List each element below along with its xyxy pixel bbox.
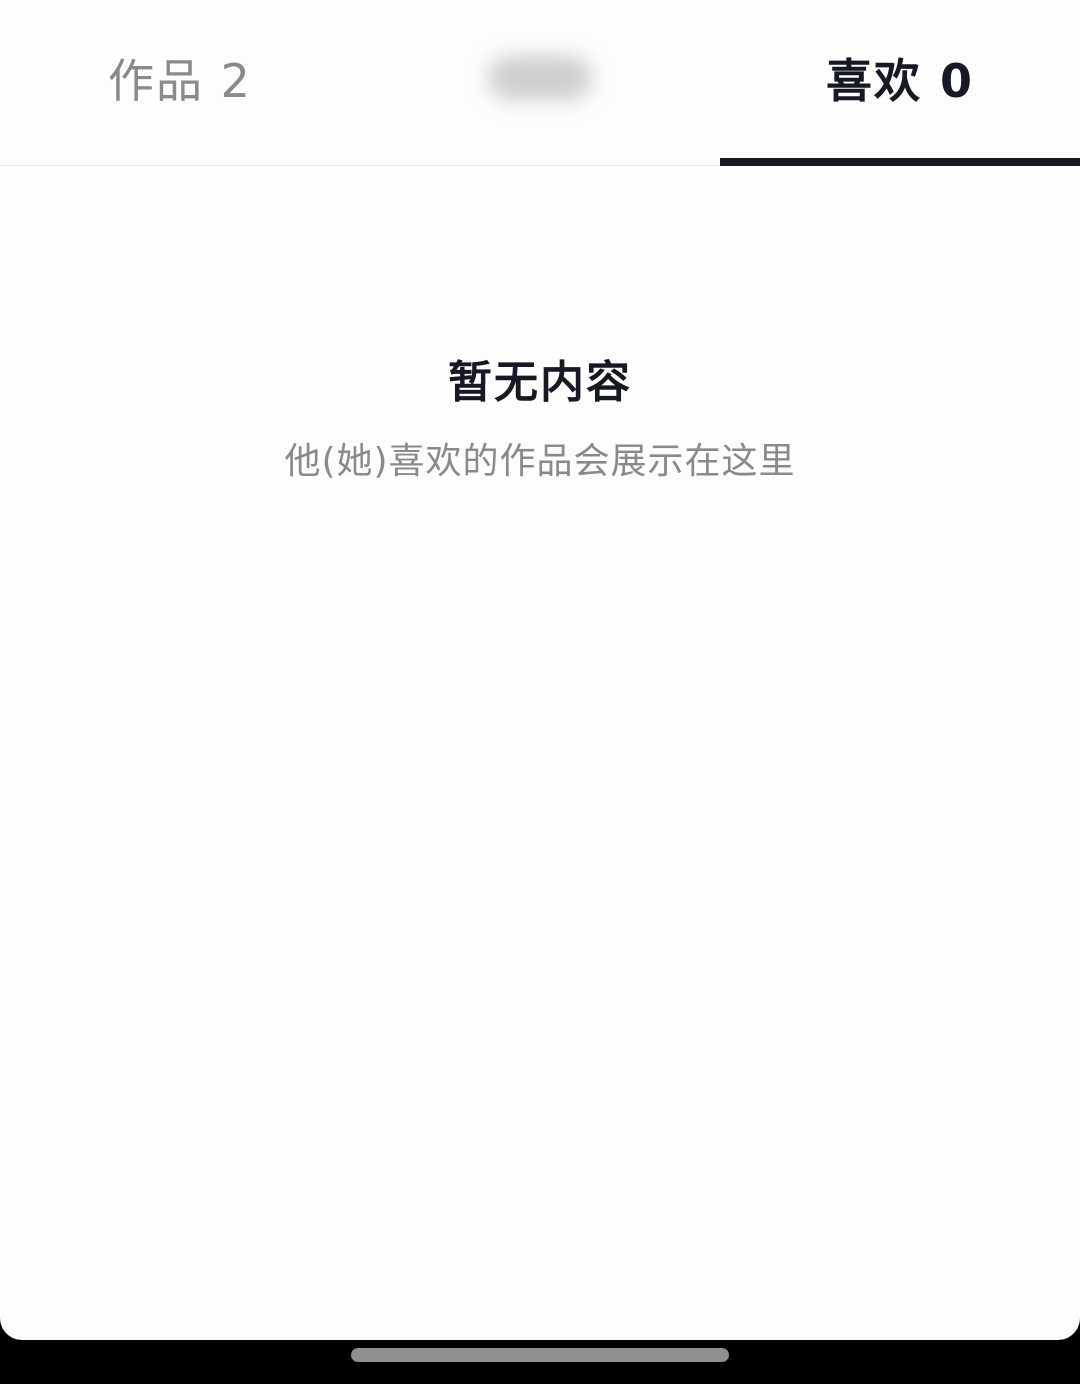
blurred-tab-label [488,56,592,100]
profile-tab-bar: 作品 2 喜欢 0 [0,0,1080,166]
tab-works[interactable]: 作品 2 [0,0,360,166]
tab-likes[interactable]: 喜欢 0 [720,0,1080,166]
home-indicator-bar[interactable] [351,1348,729,1362]
tab-blurred[interactable] [360,0,720,166]
empty-state-title: 暂无内容 [448,357,632,408]
profile-content-panel: 作品 2 喜欢 0 暂无内容 他(她)喜欢的作品会展示在这里 [0,0,1080,1340]
empty-state-subtitle: 他(她)喜欢的作品会展示在这里 [284,441,796,482]
tab-likes-label: 喜欢 0 [825,54,975,108]
tab-works-label: 作品 2 [108,54,252,108]
active-tab-indicator [720,158,1080,166]
